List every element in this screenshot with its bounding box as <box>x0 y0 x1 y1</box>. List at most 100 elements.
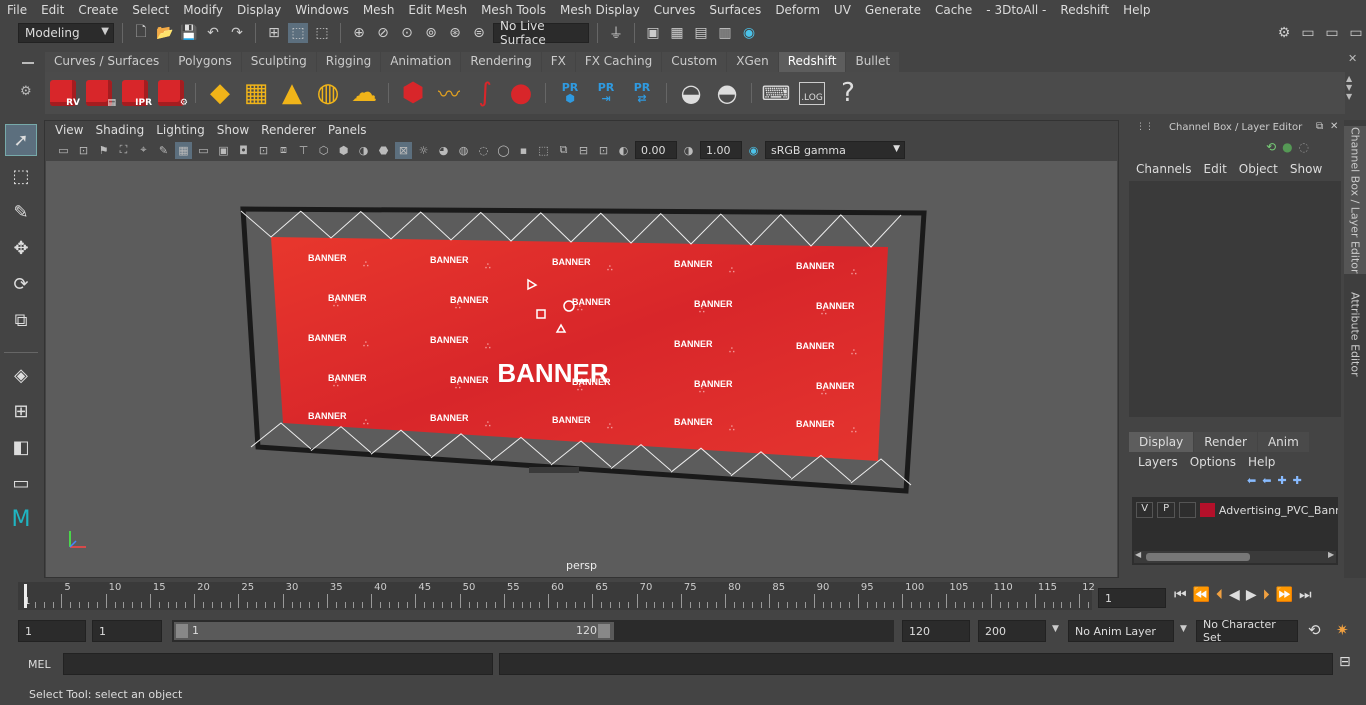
construction-history-icon[interactable]: ⏚ <box>606 23 626 43</box>
rs-curve-button[interactable]: ∫ <box>469 76 501 110</box>
move-tool-button[interactable]: ✥ <box>5 232 37 264</box>
range-slider-handle[interactable]: 1 120 <box>174 622 614 640</box>
menu-item[interactable]: Generate <box>858 3 928 17</box>
layer-menu-item[interactable]: Layers <box>1138 455 1178 469</box>
end-time-field[interactable]: 200 <box>978 620 1046 642</box>
grip-icon[interactable]: ⋮⋮ <box>1136 122 1154 132</box>
menu-item[interactable]: Create <box>71 3 125 17</box>
layer-tab[interactable]: Display <box>1129 432 1194 452</box>
menu-item[interactable]: Mesh Tools <box>474 3 553 17</box>
shadows-icon[interactable]: ◕ <box>435 142 452 159</box>
rs-help-button[interactable]: ? <box>832 76 864 110</box>
bookmark-icon[interactable]: ⚑ <box>95 142 112 159</box>
menu-item[interactable]: Deform <box>768 3 827 17</box>
menu-item[interactable]: Edit Mesh <box>401 3 474 17</box>
film-gate-icon[interactable]: ▭ <box>195 142 212 159</box>
select-hierarchy-icon[interactable]: ⊞ <box>264 23 284 43</box>
menu-item[interactable]: - 3DtoAll - <box>979 3 1053 17</box>
image-plane-icon[interactable]: ⛶ <box>115 142 132 159</box>
snap-view-icon[interactable]: ⊛ <box>445 23 465 43</box>
live-surface-field[interactable]: No Live Surface <box>493 19 589 47</box>
snap-curve-icon[interactable]: ⊘ <box>373 23 393 43</box>
menu-item[interactable]: Windows <box>288 3 356 17</box>
default-material-icon[interactable]: ◑ <box>355 142 372 159</box>
shelf-tab[interactable]: Redshift <box>778 52 846 72</box>
snap-point-icon[interactable]: ⊙ <box>397 23 417 43</box>
shelf-tab[interactable]: XGen <box>727 52 778 72</box>
new-layer-selected-icon[interactable]: ✚ <box>1293 474 1302 487</box>
layout-side-button[interactable]: ◧ <box>5 431 37 463</box>
color-management-icon[interactable]: ◉ <box>745 142 762 159</box>
undo-icon[interactable]: ↶ <box>203 23 223 43</box>
anim-layer-dropdown[interactable]: No Anim Layer <box>1068 620 1174 642</box>
rs-render-sequence-button[interactable]: ▤ <box>83 76 116 110</box>
new-layer-icon[interactable]: ✚ <box>1277 474 1286 487</box>
step-forward-frame-icon[interactable]: ⏵ <box>1263 587 1270 603</box>
menu-item[interactable]: Display <box>230 3 288 17</box>
gear-icon[interactable]: ⚙ <box>20 84 42 99</box>
channel-box-menu-item[interactable]: Channels <box>1136 162 1192 176</box>
rs-pr-swap-button[interactable]: PR ⇄ <box>626 76 658 110</box>
chevron-down-icon[interactable]: ▼ <box>1180 624 1187 634</box>
channel-box-tab[interactable]: Channel Box / Layer Editor <box>1344 126 1366 274</box>
menu-icon[interactable] <box>22 62 34 64</box>
rs-settings-button[interactable]: ⚙ <box>155 76 188 110</box>
channel-box-menu-item[interactable]: Edit <box>1204 162 1227 176</box>
workspace-icon[interactable]: ⚙ <box>1274 23 1294 43</box>
step-back-frame-icon[interactable]: ⏴ <box>1216 587 1223 603</box>
layout-stack-button[interactable]: ▭ <box>5 467 37 499</box>
layer-menu-item[interactable]: Help <box>1248 455 1275 469</box>
script-editor-icon[interactable]: ⊟ <box>1339 654 1351 670</box>
range-start-field[interactable]: 1 <box>92 620 162 642</box>
manipulator-icon[interactable]: ⟲ <box>1266 140 1276 154</box>
current-time-marker[interactable] <box>24 584 27 608</box>
snap-grid-icon[interactable]: ⊕ <box>349 23 369 43</box>
render-settings-icon[interactable]: ▥ <box>715 23 735 43</box>
menu-item[interactable]: Cache <box>928 3 979 17</box>
depth-of-field-icon[interactable]: ▪ <box>515 142 532 159</box>
start-time-field[interactable]: 1 <box>18 620 86 642</box>
anti-alias-icon[interactable]: ◯ <box>495 142 512 159</box>
rs-render-view-button[interactable]: RV <box>47 76 80 110</box>
menu-item[interactable]: Modify <box>176 3 230 17</box>
redo-icon[interactable]: ↷ <box>227 23 247 43</box>
float-icon[interactable]: ⧉ <box>1316 121 1323 132</box>
menu-item[interactable]: Select <box>125 3 176 17</box>
menu-item[interactable]: Redshift <box>1053 3 1116 17</box>
shelf-tab[interactable]: Bullet <box>846 52 900 72</box>
camera-select-icon[interactable]: ▭ <box>55 142 72 159</box>
shelf-scroll-icon[interactable]: ▲ ▼ ▼ <box>1346 74 1352 101</box>
mel-label[interactable]: MEL <box>28 658 51 671</box>
range-slider-track[interactable]: 1 120 <box>172 620 894 642</box>
layout-four-button[interactable]: ⊞ <box>5 395 37 427</box>
rs-script-button[interactable]: ⌨ <box>760 76 792 110</box>
viewport-menu-item[interactable]: Show <box>211 123 255 137</box>
gamma-icon[interactable]: ◑ <box>680 142 697 159</box>
scroll-left-icon[interactable]: ◀ <box>1135 550 1141 559</box>
layer-visibility-toggle[interactable]: V <box>1136 502 1154 518</box>
channel-list[interactable] <box>1129 181 1341 417</box>
shelf-tab[interactable]: FX Caching <box>575 52 662 72</box>
go-to-end-icon[interactable]: ⏭ <box>1299 587 1312 603</box>
viewport-menu-item[interactable]: Shading <box>89 123 150 137</box>
rotate-tool-button[interactable]: ⟳ <box>5 268 37 300</box>
exposure-field[interactable]: 0.00 <box>635 141 677 159</box>
shelf-tab[interactable]: Curves / Surfaces <box>45 52 169 72</box>
paint-select-button[interactable]: ✎ <box>5 196 37 228</box>
rs-pr-import-button[interactable]: PR ⇥ <box>590 76 622 110</box>
layer-tab[interactable]: Anim <box>1257 432 1309 452</box>
layer-row[interactable]: V P Advertising_PVC_Bann <box>1132 501 1338 519</box>
anim-prefs-icon[interactable]: ✷ <box>1336 621 1349 639</box>
shelf-tab[interactable]: Rendering <box>461 52 541 72</box>
toggle-panel-icon[interactable]: ▭ <box>1322 23 1342 43</box>
rs-sphere-button[interactable]: ● <box>505 76 537 110</box>
scroll-right-icon[interactable]: ▶ <box>1328 550 1334 559</box>
scale-tool-button[interactable]: ⧉ <box>5 304 37 336</box>
move-layer-up-icon[interactable]: ⬅ <box>1247 474 1256 487</box>
range-handle-left[interactable] <box>176 624 188 638</box>
menu-item[interactable]: Surfaces <box>702 3 768 17</box>
layer-tab[interactable]: Render <box>1194 432 1257 452</box>
wireframe-on-shaded-icon[interactable]: ⬣ <box>375 142 392 159</box>
gamma-field[interactable]: 1.00 <box>700 141 742 159</box>
rs-log-button[interactable]: .LOG <box>796 76 828 110</box>
